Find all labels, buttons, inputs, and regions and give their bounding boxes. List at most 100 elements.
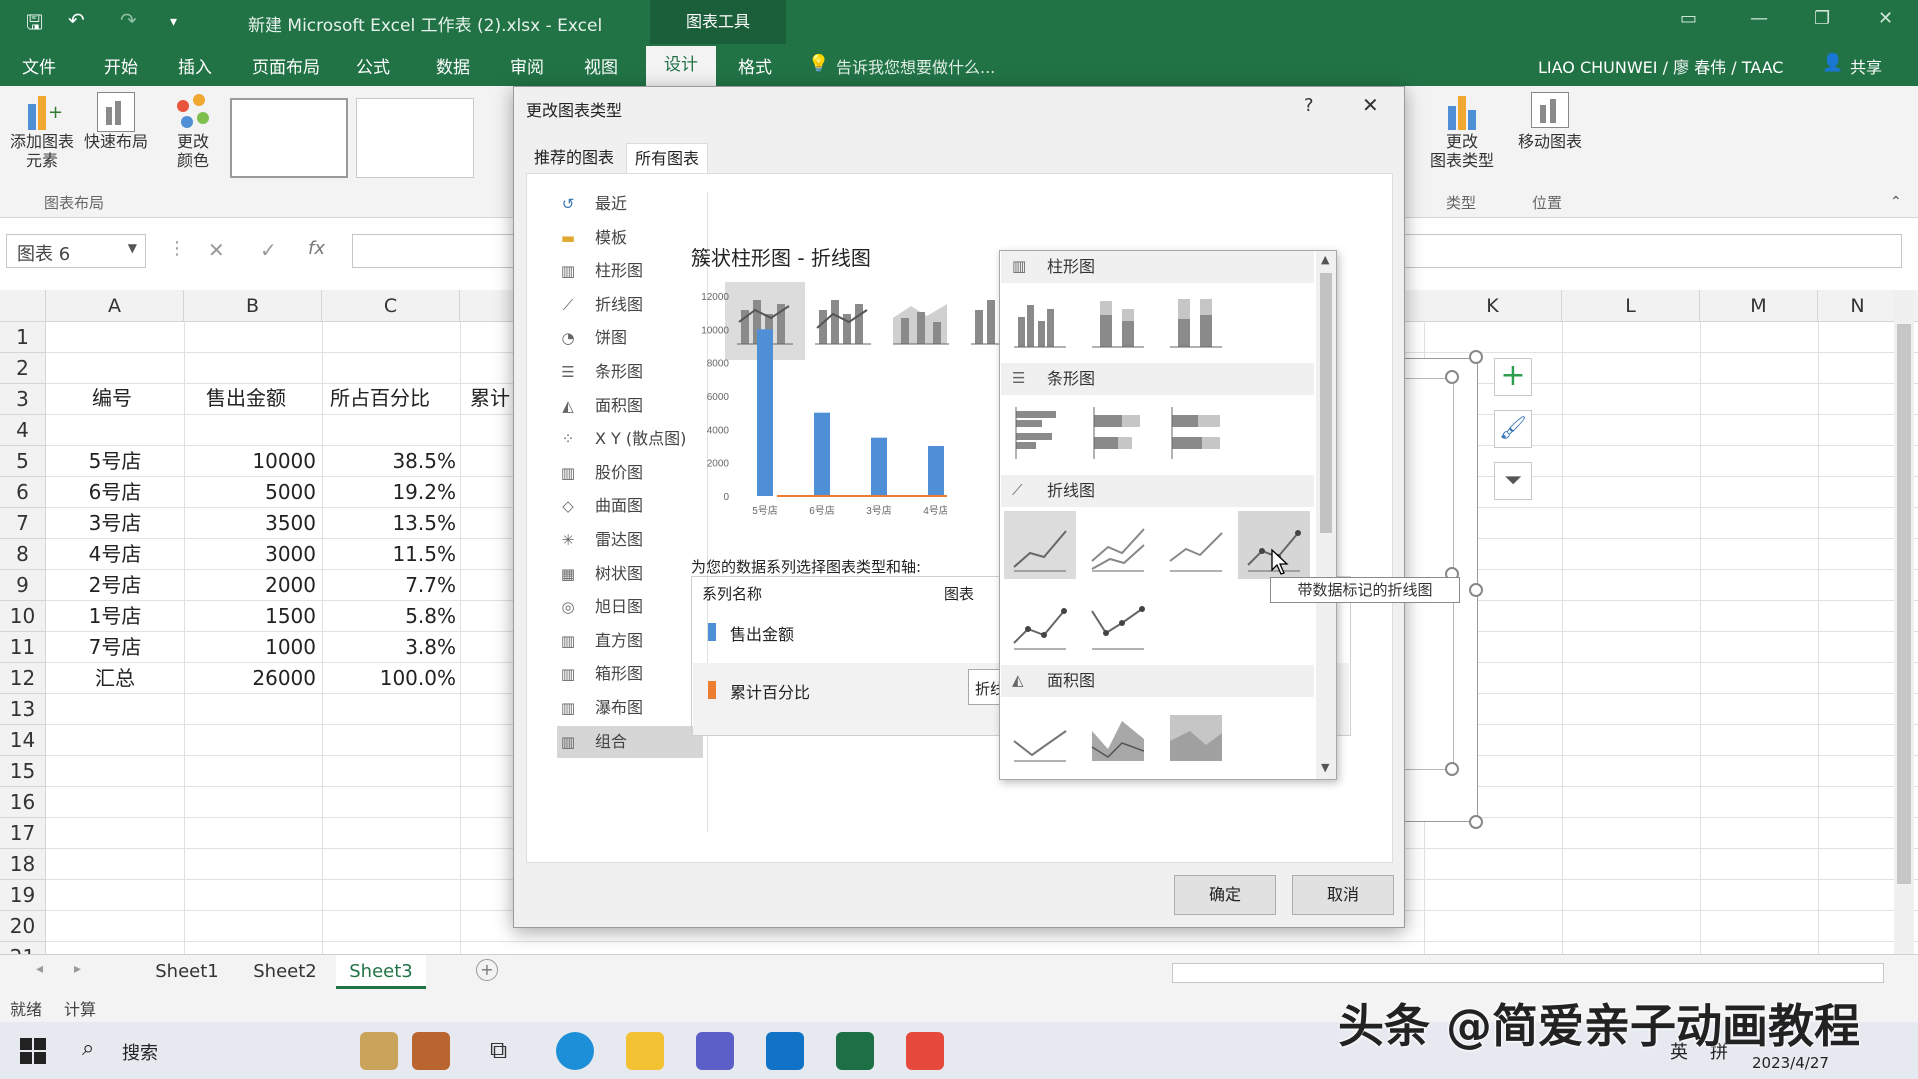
edge-icon[interactable]	[556, 1032, 594, 1070]
chart-style-2[interactable]	[356, 98, 474, 178]
chart-category-item[interactable]: ▥ 瀑布图	[557, 692, 703, 724]
stacked-line-icon[interactable]	[1082, 511, 1154, 579]
table-cell[interactable]: 7号店	[46, 632, 184, 663]
tab-data[interactable]: 数据	[436, 53, 470, 78]
tab-recommended-charts[interactable]: 推荐的图表	[526, 143, 622, 173]
row-header[interactable]: 20	[0, 911, 46, 942]
prev-sheet-icon[interactable]: ◂	[36, 961, 43, 977]
tab-formulas[interactable]: 公式	[356, 53, 390, 78]
user-name[interactable]: LIAO CHUNWEI / 廖 春伟 / TAAC	[1538, 54, 1783, 78]
stacked-column-icon[interactable]	[1082, 287, 1154, 355]
chart-category-item[interactable]: ◭ 面积图	[557, 390, 703, 422]
sheet-tab-sheet2[interactable]: Sheet2	[244, 955, 326, 989]
change-colors-button[interactable]: 更改 颜色	[158, 92, 228, 170]
search-icon[interactable]: ⌕	[82, 1036, 94, 1061]
table-cell[interactable]: 19.2%	[322, 477, 456, 508]
row-header[interactable]: 2	[0, 353, 46, 384]
undo-icon[interactable]: ↶	[68, 8, 85, 32]
folder-widget-icon[interactable]	[360, 1032, 398, 1070]
table-cell[interactable]: 100.0%	[322, 663, 456, 694]
briefcase-icon[interactable]	[412, 1032, 450, 1070]
stacked-bar-icon[interactable]	[1082, 399, 1154, 467]
row-header[interactable]: 18	[0, 849, 46, 880]
col-header-l[interactable]: L	[1562, 290, 1700, 322]
table-cell[interactable]: 汇总	[46, 663, 184, 694]
scroll-thumb[interactable]	[1320, 273, 1332, 533]
move-chart-button[interactable]: 移动图表	[1512, 92, 1588, 151]
row-header[interactable]: 11	[0, 632, 46, 663]
table-cell[interactable]: 3000	[184, 539, 316, 570]
line-icon[interactable]	[1004, 511, 1076, 579]
next-sheet-icon[interactable]: ▸	[74, 961, 81, 977]
tab-page-layout[interactable]: 页面布局	[252, 53, 320, 78]
change-chart-type-button[interactable]: 更改 图表类型	[1424, 92, 1500, 170]
chart-category-item[interactable]: ▬ 模板	[557, 222, 703, 254]
col-header-a[interactable]: A	[46, 290, 184, 322]
name-box[interactable]: 图表 6 ▼	[6, 234, 146, 268]
table-cell[interactable]: 6号店	[46, 477, 184, 508]
save-icon[interactable]: 🖫	[26, 8, 43, 42]
close-window-icon[interactable]: ✕	[1878, 8, 1893, 29]
chart-filter-icon[interactable]: ⏷	[1494, 462, 1532, 500]
header-cell-amount[interactable]: 售出金额	[206, 383, 286, 414]
scroll-up-icon[interactable]: ▲	[1321, 253, 1329, 266]
chart-styles-brush-icon[interactable]: 🖌	[1494, 410, 1532, 448]
header-cell-percent[interactable]: 所占百分比	[330, 383, 430, 414]
tab-home[interactable]: 开始	[104, 53, 138, 78]
row-header[interactable]: 12	[0, 663, 46, 694]
row-header[interactable]: 15	[0, 756, 46, 787]
share-button[interactable]: 共享	[1850, 54, 1882, 78]
table-cell[interactable]: 3500	[184, 508, 316, 539]
teams-icon[interactable]	[696, 1032, 734, 1070]
close-dialog-button[interactable]: ✕	[1362, 93, 1379, 117]
collapse-ribbon-icon[interactable]: ⌃	[1890, 194, 1902, 210]
row-header[interactable]: 17	[0, 818, 46, 849]
chart-category-item[interactable]: ◇ 曲面图	[557, 490, 703, 522]
area-icon[interactable]	[1004, 701, 1076, 769]
col-header-k[interactable]: K	[1424, 290, 1562, 322]
restore-icon[interactable]: ❐	[1814, 8, 1830, 29]
stacked-line-markers-icon[interactable]	[1004, 589, 1076, 657]
resize-handle[interactable]	[1469, 350, 1483, 364]
table-cell[interactable]: 5.8%	[322, 601, 456, 632]
chart-category-item[interactable]: ▥ 直方图	[557, 625, 703, 657]
cancel-icon[interactable]: ✕	[208, 238, 225, 262]
system-date[interactable]: 2023/4/27	[1752, 1054, 1829, 1072]
table-cell[interactable]: 7.7%	[322, 570, 456, 601]
table-cell[interactable]: 1000	[184, 632, 316, 663]
chart-category-item[interactable]: ✳ 雷达图	[557, 524, 703, 556]
vertical-scrollbar[interactable]	[1894, 290, 1914, 954]
excel-taskbar-icon[interactable]	[836, 1032, 874, 1070]
redo-icon[interactable]: ↷	[120, 8, 137, 32]
chart-elements-plus-icon[interactable]: +	[1494, 358, 1532, 396]
function-icon[interactable]: fx	[308, 238, 325, 259]
tab-review[interactable]: 审阅	[510, 53, 544, 78]
table-cell[interactable]: 13.5%	[322, 508, 456, 539]
horizontal-scrollbar[interactable]	[1172, 963, 1884, 983]
customize-qat-icon[interactable]: ▾	[170, 14, 177, 30]
ribbon-display-icon[interactable]: ▭	[1680, 8, 1697, 29]
chart-category-item[interactable]: ▥ 股价图	[557, 457, 703, 489]
row-header[interactable]: 8	[0, 539, 46, 570]
header-cell-cumulative[interactable]: 累计	[470, 383, 510, 414]
col-header-c[interactable]: C	[322, 290, 460, 322]
recorder-icon[interactable]	[906, 1032, 944, 1070]
resize-handle[interactable]	[1445, 370, 1459, 384]
outlook-icon[interactable]	[766, 1032, 804, 1070]
clustered-bar-icon[interactable]	[1004, 399, 1076, 467]
chart-category-item[interactable]: ◔ 饼图	[557, 322, 703, 354]
row-header[interactable]: 7	[0, 508, 46, 539]
table-cell[interactable]: 5000	[184, 477, 316, 508]
stacked-area-icon[interactable]	[1082, 701, 1154, 769]
chart-style-1[interactable]	[230, 98, 348, 178]
resize-handle[interactable]	[1469, 583, 1483, 597]
chart-category-item[interactable]: ⟋ 折线图	[557, 289, 703, 321]
table-cell[interactable]: 4号店	[46, 539, 184, 570]
tab-design[interactable]: 设计	[646, 46, 716, 86]
resize-handle[interactable]	[1445, 762, 1459, 776]
enter-icon[interactable]: ✓	[260, 238, 277, 262]
percent-stacked-line-icon[interactable]	[1160, 511, 1232, 579]
clustered-column-icon[interactable]	[1004, 287, 1076, 355]
row-header[interactable]: 9	[0, 570, 46, 601]
sheet-tab-sheet1[interactable]: Sheet1	[146, 955, 228, 989]
